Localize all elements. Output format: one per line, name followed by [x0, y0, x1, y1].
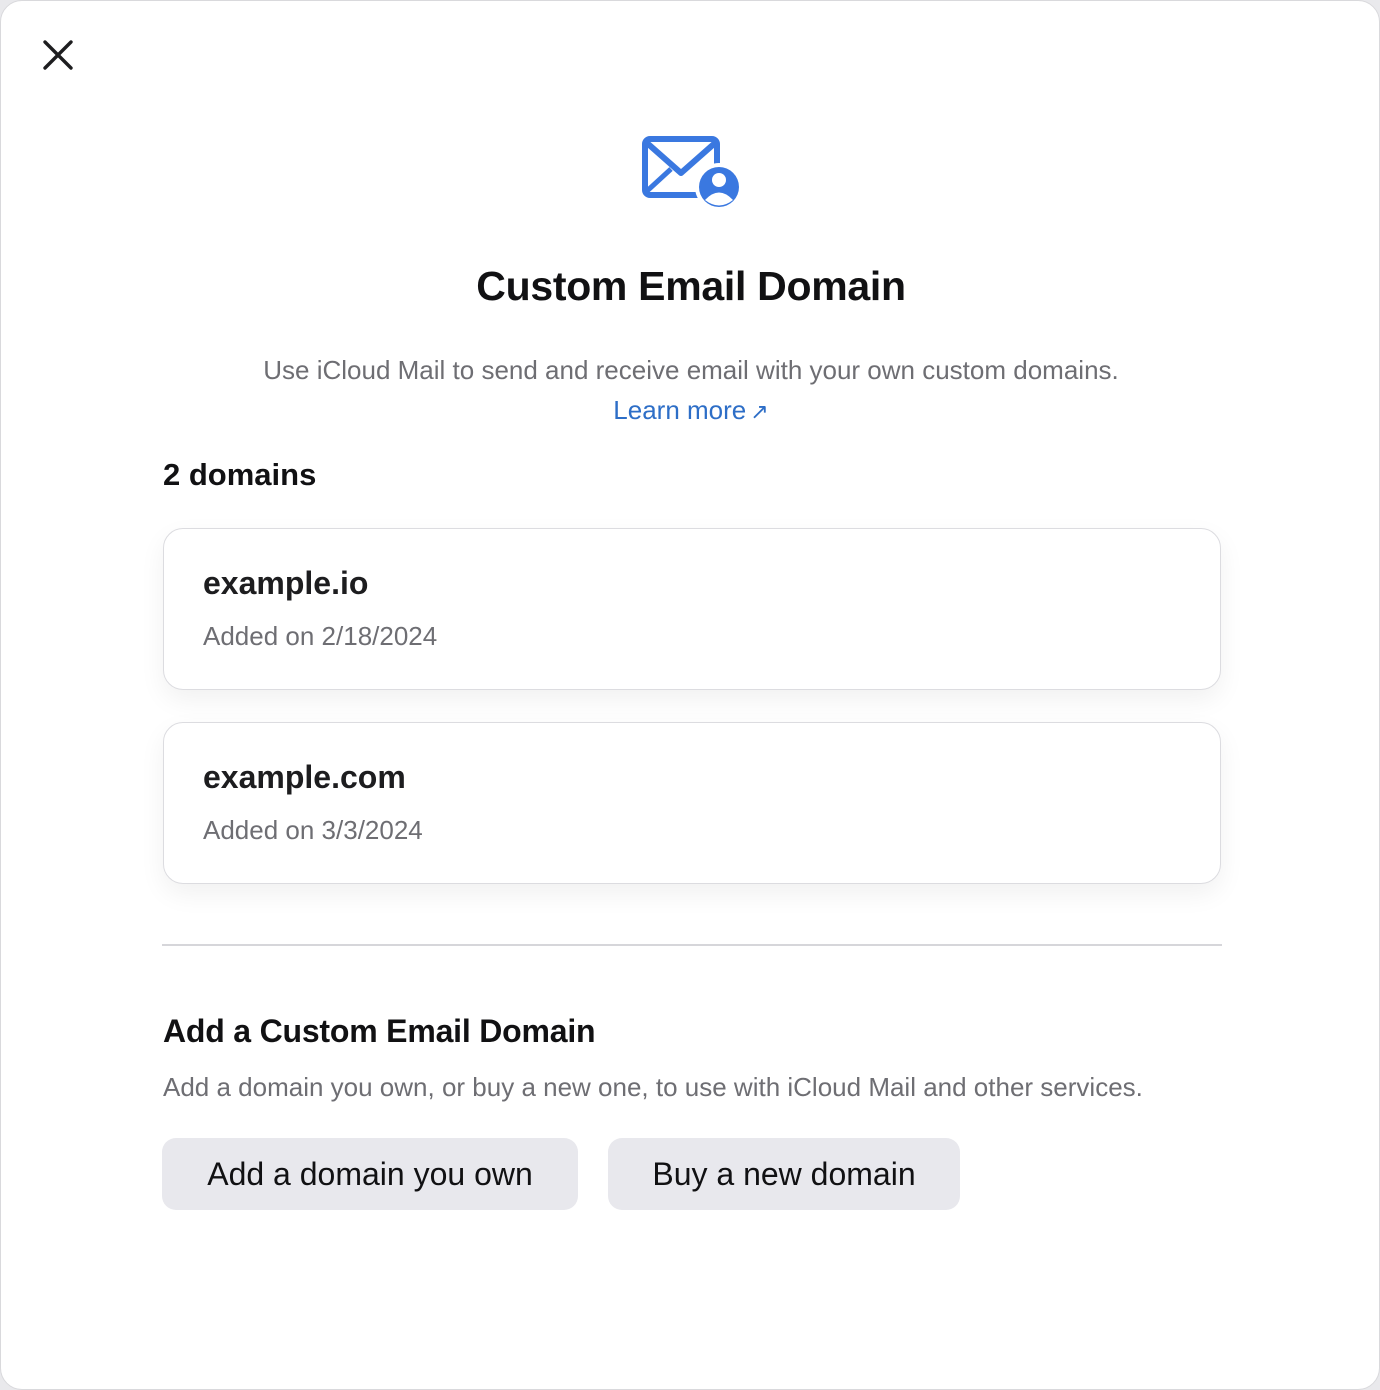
domain-count: 2 domains	[163, 457, 317, 492]
domain-card-example-com[interactable]: example.com Added on 3/3/2024	[163, 722, 1221, 884]
domain-name: example.com	[203, 759, 406, 795]
add-domain-description: Add a domain you own, or buy a new one, …	[163, 1072, 1143, 1102]
domain-card-example-io[interactable]: example.io Added on 2/18/2024	[163, 528, 1221, 690]
close-icon	[43, 40, 73, 70]
learn-more-label: Learn more	[613, 395, 747, 425]
close-button[interactable]	[31, 31, 85, 79]
domain-added-date: Added on 3/3/2024	[203, 815, 423, 845]
external-link-icon: ↗	[750, 399, 769, 424]
dialog-subtitle: Use iCloud Mail to send and receive emai…	[263, 355, 1119, 385]
add-own-domain-button[interactable]: Add a domain you own	[162, 1138, 578, 1210]
mail-person-icon	[642, 136, 743, 211]
dialog-title: Custom Email Domain	[476, 263, 906, 309]
learn-more-link[interactable]: Learn more ↗	[1, 395, 1380, 426]
buy-new-domain-button[interactable]: Buy a new domain	[608, 1138, 960, 1210]
domain-name: example.io	[203, 565, 369, 601]
add-domain-title: Add a Custom Email Domain	[163, 1013, 596, 1049]
section-divider	[162, 944, 1222, 946]
custom-email-domain-dialog: Custom Email Domain Use iCloud Mail to s…	[0, 0, 1380, 1390]
domain-added-date: Added on 2/18/2024	[203, 621, 438, 651]
